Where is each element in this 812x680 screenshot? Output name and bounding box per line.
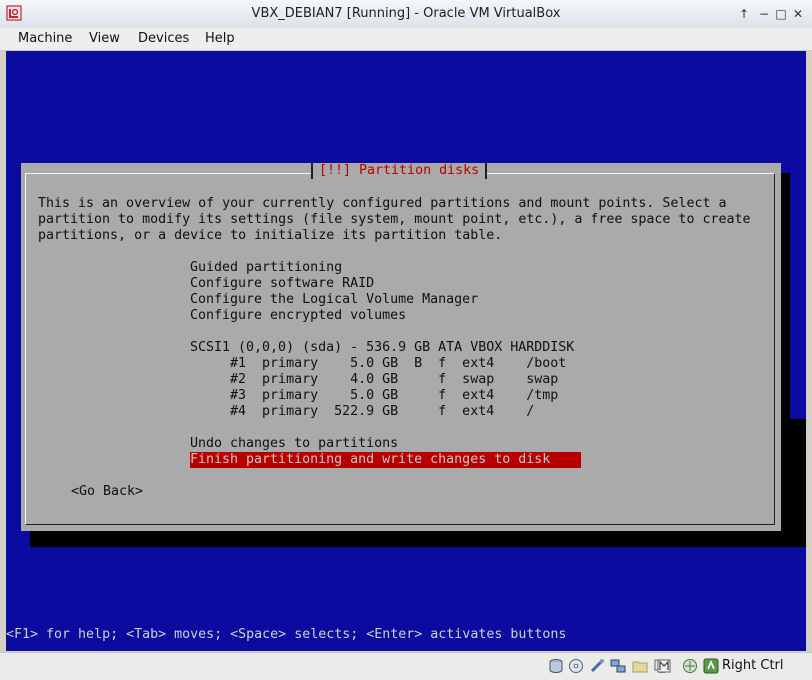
option-encrypted-volumes[interactable]: Configure encrypted volumes [190, 308, 406, 324]
menu-help[interactable]: Help [205, 31, 235, 46]
maximize-button[interactable]: □ [773, 6, 789, 22]
video-capture-icon[interactable] [656, 658, 672, 674]
menu-machine[interactable]: Machine [18, 31, 72, 46]
intro-line: partitions, or a device to initialize it… [38, 228, 503, 243]
network-icon[interactable] [610, 658, 626, 674]
window-title: VBX_DEBIAN7 [Running] - Oracle VM Virtua… [251, 6, 561, 21]
minimize-button[interactable]: − [756, 6, 772, 22]
intro-text: This is an overview of your currently co… [38, 196, 750, 244]
optical-drive-icon[interactable] [568, 658, 584, 674]
mouse-integration-icon[interactable] [682, 658, 698, 674]
partition-row[interactable]: #3 primary 5.0 GB f ext4 /tmp [190, 388, 558, 404]
partition-disks-dialog: [!!] Partition disks This is an overview… [21, 163, 781, 531]
host-key-icon[interactable] [703, 658, 719, 674]
keep-above-button[interactable]: ↑ [736, 6, 752, 22]
host-key-label: Right Ctrl [722, 658, 784, 673]
menu-devices[interactable]: Devices [138, 31, 189, 46]
option-software-raid[interactable]: Configure software RAID [190, 276, 374, 292]
partition-row[interactable]: #2 primary 4.0 GB f swap swap [190, 372, 558, 388]
close-button[interactable]: ✕ [790, 6, 806, 22]
finish-partitioning-option[interactable]: Finish partitioning and write changes to… [190, 452, 581, 468]
vm-display[interactable]: [!!] Partition disks This is an overview… [6, 51, 806, 651]
dialog-shadow-side [780, 173, 790, 545]
intro-line: This is an overview of your currently co… [38, 196, 727, 211]
window-title-bar[interactable]: VBX_DEBIAN7 [Running] - Oracle VM Virtua… [0, 0, 812, 29]
usb-icon[interactable] [589, 658, 605, 674]
menu-bar: Machine View Devices Help [0, 28, 812, 51]
go-back-button[interactable]: <Go Back> [71, 484, 143, 500]
dialog-title: [!!] Partition disks [311, 163, 488, 179]
menu-view[interactable]: View [89, 31, 120, 46]
partition-row[interactable]: #4 primary 522.9 GB f ext4 / [190, 404, 534, 420]
installer-help-line: <F1> for help; <Tab> moves; <Space> sele… [6, 627, 567, 642]
intro-line: partition to modify its settings (file s… [38, 212, 751, 227]
status-bar: Right Ctrl [0, 652, 812, 680]
shared-folders-icon[interactable] [632, 658, 648, 674]
hard-disk-icon[interactable] [548, 658, 564, 674]
partition-row[interactable]: #1 primary 5.0 GB B f ext4 /boot [190, 356, 566, 372]
option-lvm[interactable]: Configure the Logical Volume Manager [190, 292, 478, 308]
disk-row[interactable]: SCSI1 (0,0,0) (sda) - 536.9 GB ATA VBOX … [190, 340, 574, 356]
option-guided-partitioning[interactable]: Guided partitioning [190, 260, 342, 276]
undo-changes-option[interactable]: Undo changes to partitions [190, 436, 398, 452]
